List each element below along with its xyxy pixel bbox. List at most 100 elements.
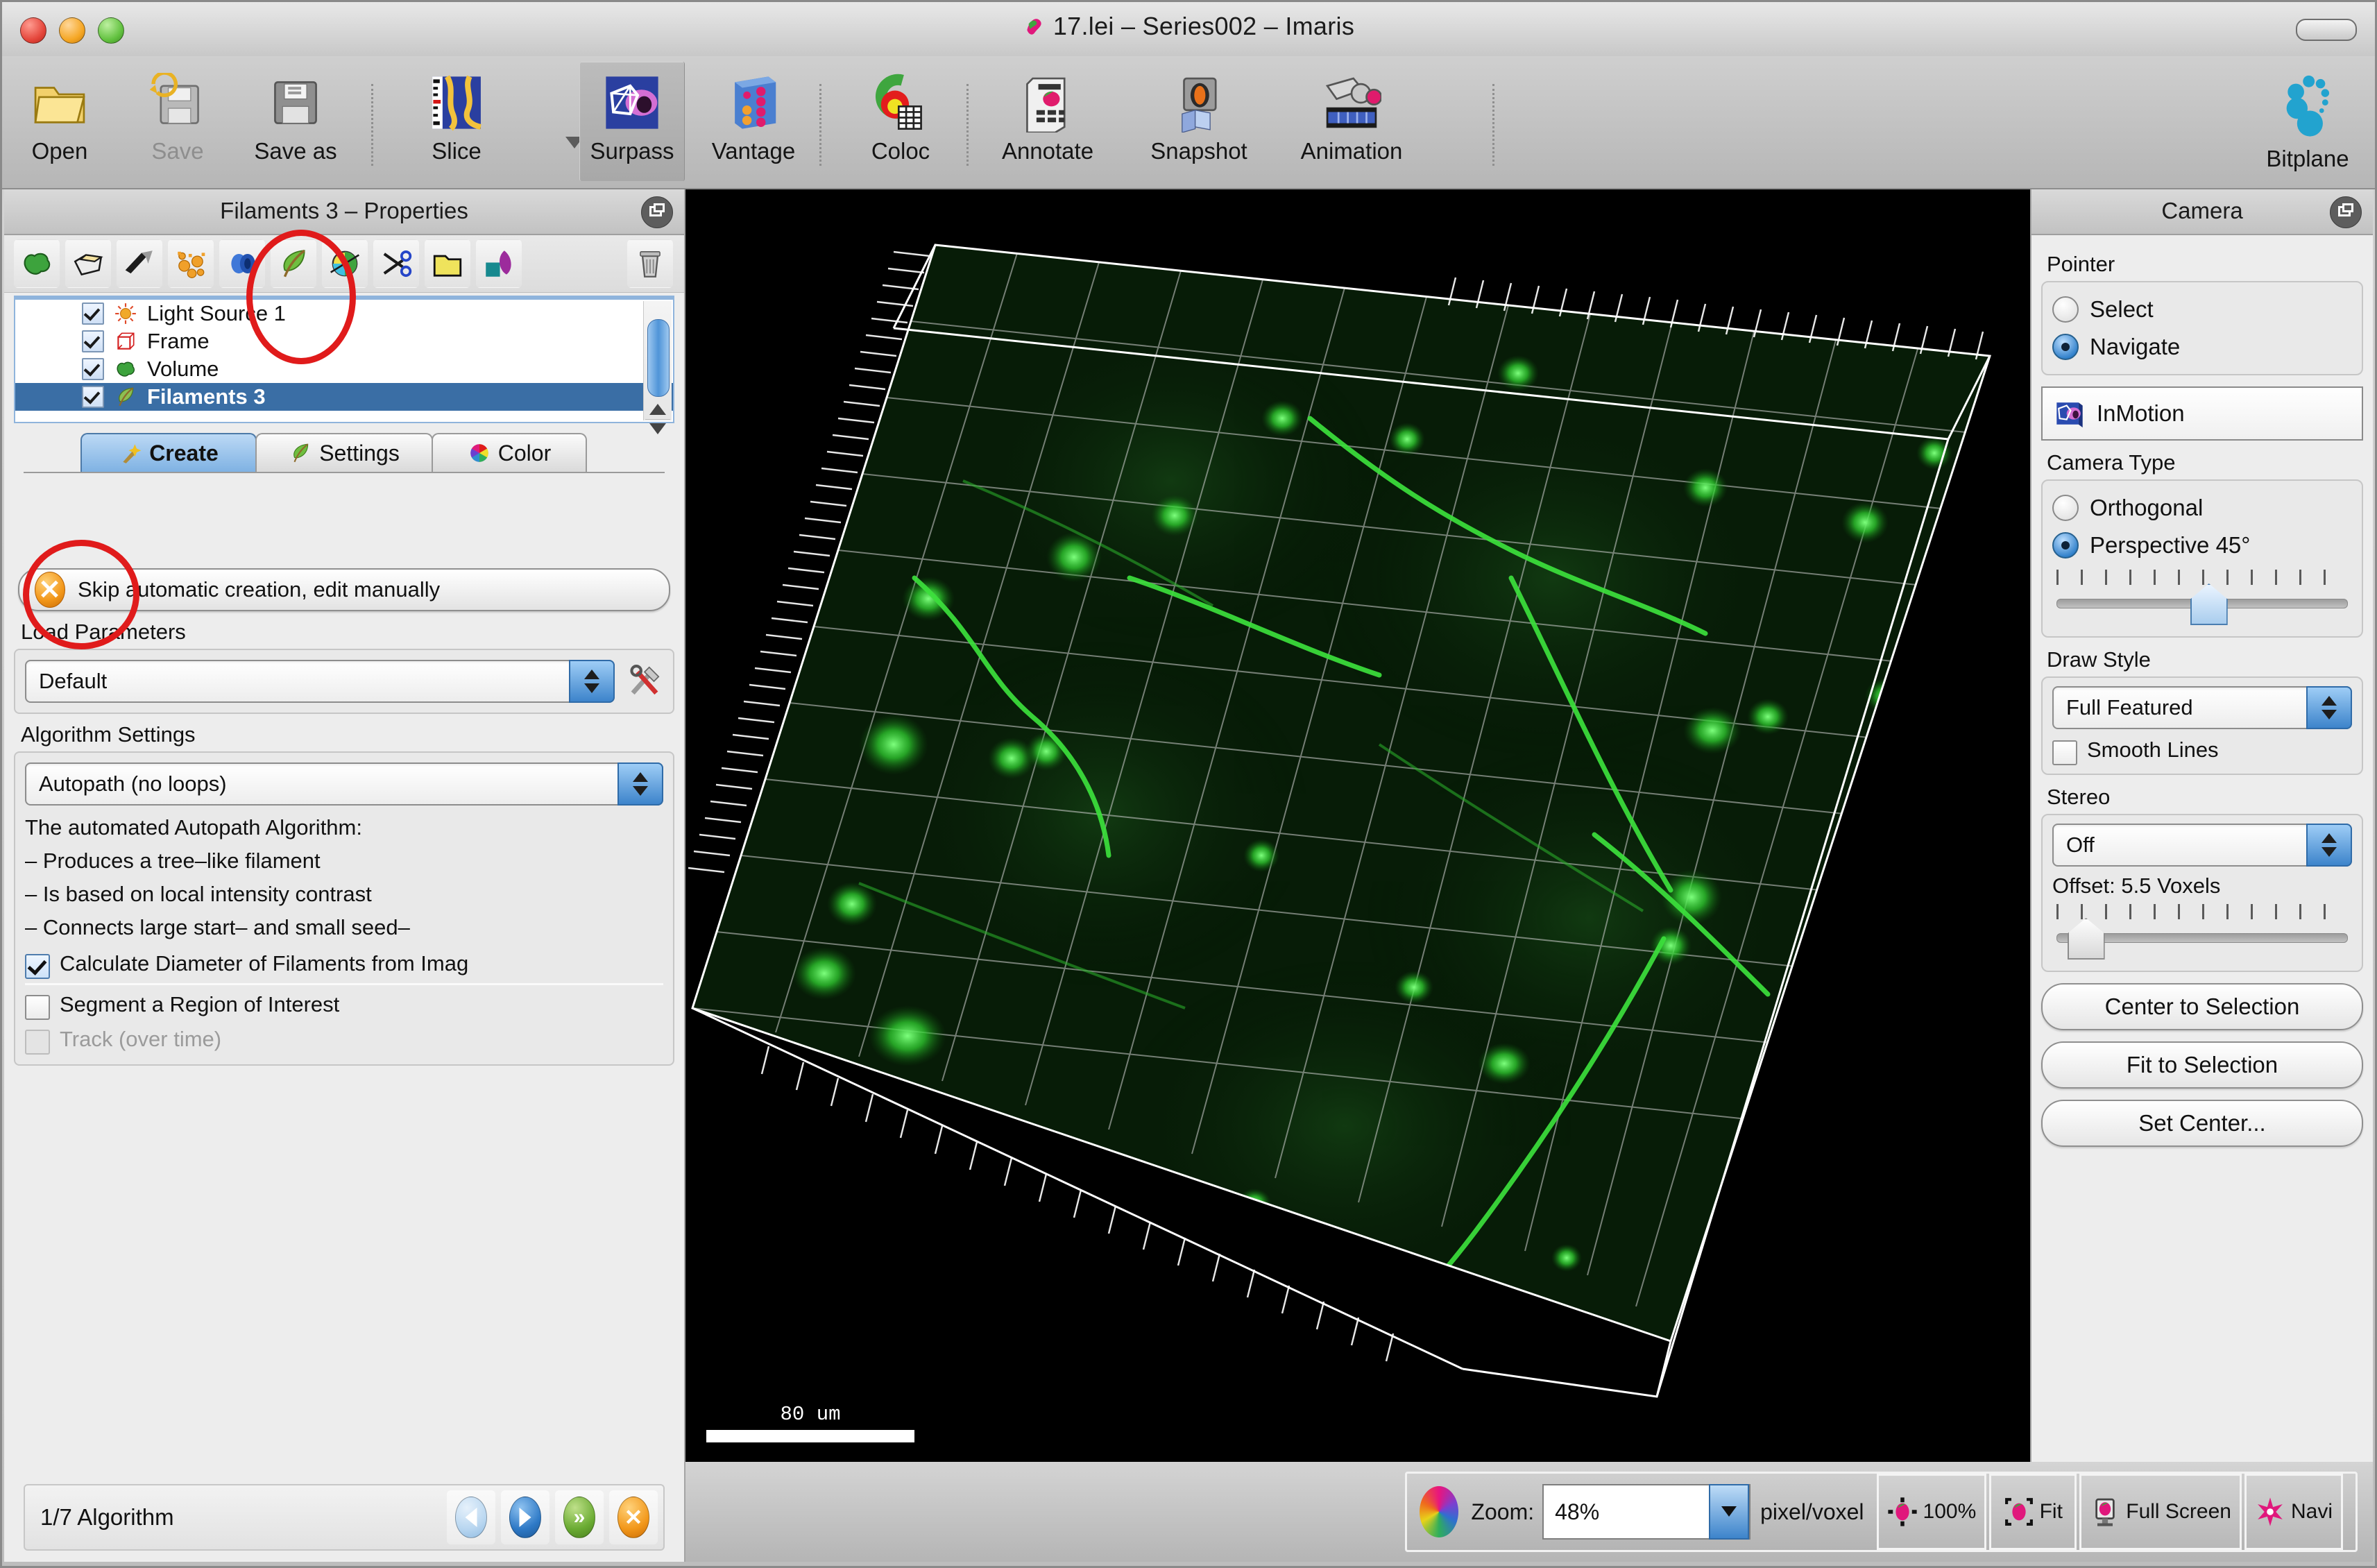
inmotion-button[interactable]: InMotion <box>2041 386 2363 441</box>
scroll-up-arrow-icon[interactable] <box>649 404 666 415</box>
tab-label: Create <box>149 441 219 466</box>
animation-icon <box>1322 73 1381 133</box>
center-to-selection-button[interactable]: Center to Selection <box>2041 983 2363 1030</box>
add-clipping-plane-button[interactable] <box>322 239 368 288</box>
zoom-100-button[interactable]: 100% <box>1877 1474 1987 1550</box>
pointer-option-navigate[interactable]: Navigate <box>2052 328 2352 366</box>
color-wheel-icon[interactable] <box>1420 1486 1458 1537</box>
add-surface-button[interactable] <box>65 239 111 288</box>
camera-type-option-perspective[interactable]: Perspective 45° <box>2052 527 2352 564</box>
checkbox[interactable] <box>2052 740 2077 765</box>
radio-button[interactable] <box>2052 296 2079 323</box>
wizard-cancel-button[interactable]: ✕ <box>609 1490 658 1544</box>
surpass-3d-viewport[interactable]: 80 um <box>685 189 2036 1466</box>
cut-button[interactable] <box>373 239 419 288</box>
tab-settings[interactable]: Settings <box>255 433 433 472</box>
perspective-angle-slider[interactable] <box>2052 568 2352 628</box>
tree-checkbox[interactable] <box>82 358 104 380</box>
select-stepper[interactable] <box>569 660 615 703</box>
option-segment-region-of-interest[interactable]: Segment a Region of Interest <box>25 992 663 1020</box>
smooth-lines-option[interactable]: Smooth Lines <box>2052 738 2352 765</box>
button-label: Full Screen <box>2126 1500 2231 1524</box>
draw-style-select[interactable]: Full Featured <box>2052 686 2352 729</box>
skip-automatic-creation-button[interactable]: Skip automatic creation, edit manually <box>18 568 670 611</box>
scrollbar-thumb[interactable] <box>647 319 670 397</box>
checkbox[interactable] <box>25 995 50 1020</box>
radio-button[interactable] <box>2052 532 2079 559</box>
toolbar-button-save-as[interactable]: Save as <box>244 62 348 181</box>
toolbar-button-save[interactable]: Save <box>126 62 230 181</box>
load-parameters-select[interactable]: Default <box>25 660 615 703</box>
stereo-offset-slider[interactable] <box>2052 903 2352 962</box>
slider-thumb[interactable] <box>2068 918 2105 960</box>
tree-checkbox[interactable] <box>82 302 104 325</box>
toolbar-button-snapshot[interactable]: Snapshot <box>1147 62 1251 181</box>
group-folder-button[interactable] <box>425 239 470 288</box>
select-stepper[interactable] <box>2306 686 2352 729</box>
slider-thumb[interactable] <box>2190 583 2228 625</box>
light-source-icon <box>114 302 137 325</box>
full-screen-button[interactable]: Full Screen <box>2079 1474 2242 1550</box>
chevron-down-icon[interactable] <box>1709 1484 1749 1540</box>
camera-type-option-orthogonal[interactable]: Orthogonal <box>2052 489 2352 527</box>
stepper-down-icon <box>2321 847 2337 857</box>
main-toolbar: Open Save Save as <box>2 56 2375 189</box>
toolbar-button-coloc[interactable]: Coloc <box>849 62 953 181</box>
scale-bar: 80 um <box>706 1403 914 1442</box>
toolbar-label-slice: Slice <box>432 138 482 164</box>
wizard-finish-button[interactable]: » <box>555 1490 604 1544</box>
select-stepper[interactable] <box>2306 824 2352 867</box>
radio-button[interactable] <box>2052 495 2079 521</box>
toolbar-button-open[interactable]: Open <box>8 62 112 181</box>
tree-item-frame[interactable]: Frame <box>15 327 673 355</box>
toolbar-button-slice[interactable]: Slice <box>404 62 509 181</box>
add-spots-button[interactable] <box>168 239 214 288</box>
add-volume-button[interactable] <box>14 239 60 288</box>
tree-checkbox[interactable] <box>82 330 104 352</box>
duplicate-button[interactable] <box>476 239 522 288</box>
tree-checkbox[interactable] <box>82 386 104 408</box>
set-center-button[interactable]: Set Center... <box>2041 1100 2363 1147</box>
add-spots-icon <box>173 246 208 281</box>
checkbox[interactable] <box>25 954 50 979</box>
algorithm-select[interactable]: Autopath (no loops) <box>25 762 663 806</box>
algorithm-description-line: – Connects large start– and small seed– <box>25 911 663 944</box>
option-calculate-diameter[interactable]: Calculate Diameter of Filaments from Ima… <box>25 951 663 979</box>
zoom-input[interactable]: 48% <box>1542 1484 1750 1540</box>
toolbar-button-animation[interactable]: Animation <box>1300 62 1404 181</box>
detach-panel-button[interactable] <box>641 196 673 228</box>
tree-item-volume[interactable]: Volume <box>15 355 673 383</box>
navi-button[interactable]: Navi <box>2244 1474 2343 1550</box>
add-contour-button[interactable] <box>117 239 162 288</box>
toolbar-button-annotate[interactable]: Annotate <box>996 62 1100 181</box>
delete-button[interactable] <box>627 239 673 288</box>
toolbar-button-vantage[interactable]: Vantage <box>701 62 806 181</box>
wrench-screwdriver-icon[interactable] <box>626 663 663 700</box>
add-cell-button[interactable] <box>219 239 265 288</box>
wizard-next-button[interactable] <box>501 1490 549 1544</box>
wizard-previous-button[interactable] <box>447 1490 495 1544</box>
bitplane-brand[interactable]: Bitplane <box>2249 63 2367 181</box>
fit-to-selection-button[interactable]: Fit to Selection <box>2041 1041 2363 1089</box>
window-resize-grip[interactable] <box>2296 19 2357 41</box>
leaf-icon <box>289 441 312 465</box>
stepper-up-icon <box>2321 696 2337 706</box>
pointer-option-select[interactable]: Select <box>2052 291 2352 328</box>
tree-item-light-source-1[interactable]: Light Source 1 <box>15 300 673 327</box>
select-stepper[interactable] <box>617 762 663 806</box>
stereo-select[interactable]: Off <box>2052 824 2352 867</box>
tab-create[interactable]: Create <box>80 433 257 472</box>
detach-camera-panel-button[interactable] <box>2330 196 2362 228</box>
orange-x-icon <box>35 572 65 608</box>
tab-color[interactable]: Color <box>432 433 587 472</box>
fit-button[interactable]: Fit <box>1989 1474 2077 1550</box>
tree-item-filaments-3[interactable]: Filaments 3 <box>15 383 673 411</box>
scene-tree-list[interactable]: Light Source 1 Frame Volume <box>14 296 674 423</box>
add-filaments-button[interactable] <box>271 239 316 288</box>
open-folder-icon <box>30 73 90 133</box>
toolbar-separator <box>1492 84 1494 166</box>
toolbar-button-surpass[interactable]: Surpass <box>579 62 685 181</box>
camera-type-option-label: Orthogonal <box>2090 495 2203 521</box>
scene-tree-scrollbar[interactable] <box>643 301 672 420</box>
radio-button[interactable] <box>2052 334 2079 360</box>
